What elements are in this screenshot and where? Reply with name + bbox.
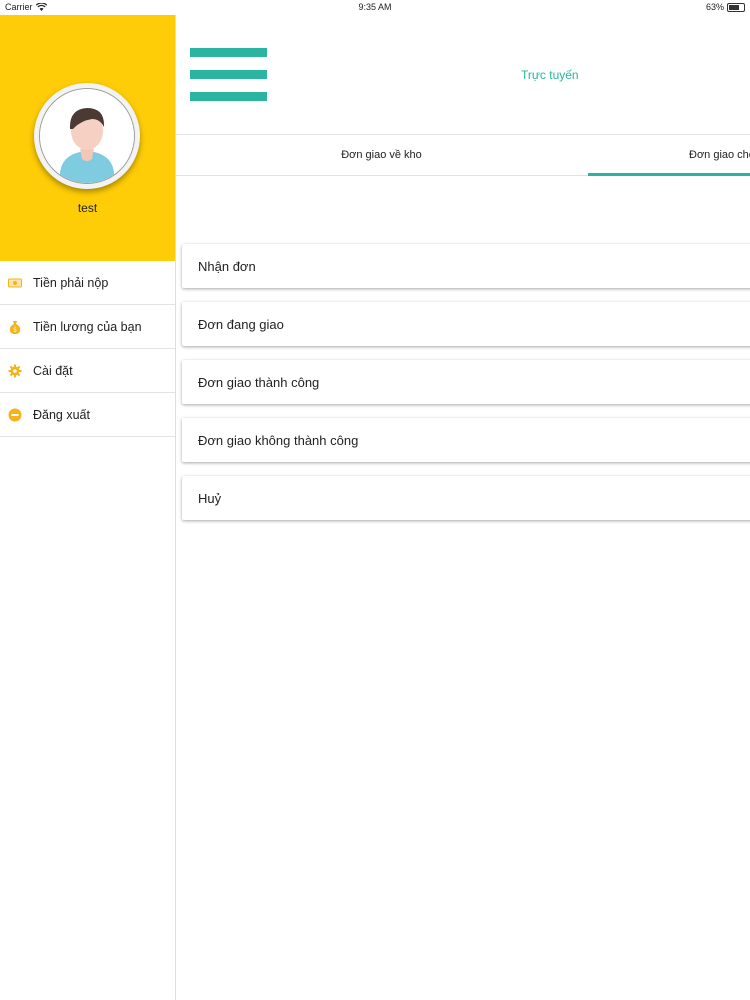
logout-icon — [8, 408, 22, 422]
menu-item-label: Tiền phải nộp — [33, 275, 109, 290]
menu-item-label: Cài đặt — [33, 363, 73, 378]
user-avatar-icon — [40, 89, 134, 183]
order-item-delivered[interactable]: Đơn giao thành công — [182, 360, 750, 404]
battery-info: 63% — [706, 2, 745, 12]
battery-percent: 63% — [705, 2, 724, 12]
avatar[interactable] — [34, 83, 140, 189]
menu-icon[interactable] — [190, 48, 268, 102]
menu-item-logout[interactable]: Đăng xuất — [0, 393, 175, 437]
order-item-delivering[interactable]: Đơn đang giao — [182, 302, 750, 346]
order-status-list: Nhận đơn Đơn đang giao Đơn giao thành cô… — [182, 244, 750, 534]
order-item-received[interactable]: Nhận đơn — [182, 244, 750, 288]
menu-item-settings[interactable]: Cài đặt — [0, 349, 175, 393]
username: test — [77, 201, 98, 215]
online-status: Trực tuyến — [521, 68, 579, 82]
clock: 9:35 AM — [358, 2, 392, 12]
menu-item-label: Đăng xuất — [33, 407, 90, 422]
drawer-header: test — [0, 15, 175, 261]
gear-icon — [8, 364, 22, 378]
order-item-cancelled[interactable]: Huỷ — [182, 476, 750, 520]
status-bar: Carrier 9:35 AM 63% — [0, 0, 750, 15]
order-item-failed[interactable]: Đơn giao không thành công — [182, 418, 750, 462]
side-drawer: test Tiền phải nộp $ Tiền lương của bạn … — [0, 15, 176, 1000]
money-icon — [8, 276, 22, 290]
menu-item-amount-due[interactable]: Tiền phải nộp — [0, 261, 175, 305]
active-tab-indicator — [588, 173, 750, 176]
menu-item-label: Tiền lương của bạn — [33, 319, 142, 334]
money-bag-icon: $ — [8, 320, 22, 334]
main-content: Trực tuyến Đơn giao về kho Đơn giao che … — [176, 15, 750, 1000]
top-bar: Trực tuyến — [176, 15, 750, 135]
battery-icon — [727, 2, 745, 12]
tab-bar: Đơn giao về kho Đơn giao che — [176, 134, 750, 176]
menu-item-salary[interactable]: $ Tiền lương của bạn — [0, 305, 175, 349]
tab-deliver-to-customer[interactable]: Đơn giao che — [588, 135, 750, 175]
tab-deliver-to-warehouse[interactable]: Đơn giao về kho — [176, 135, 587, 175]
avatar-image — [39, 88, 135, 184]
svg-text:$: $ — [13, 326, 17, 333]
